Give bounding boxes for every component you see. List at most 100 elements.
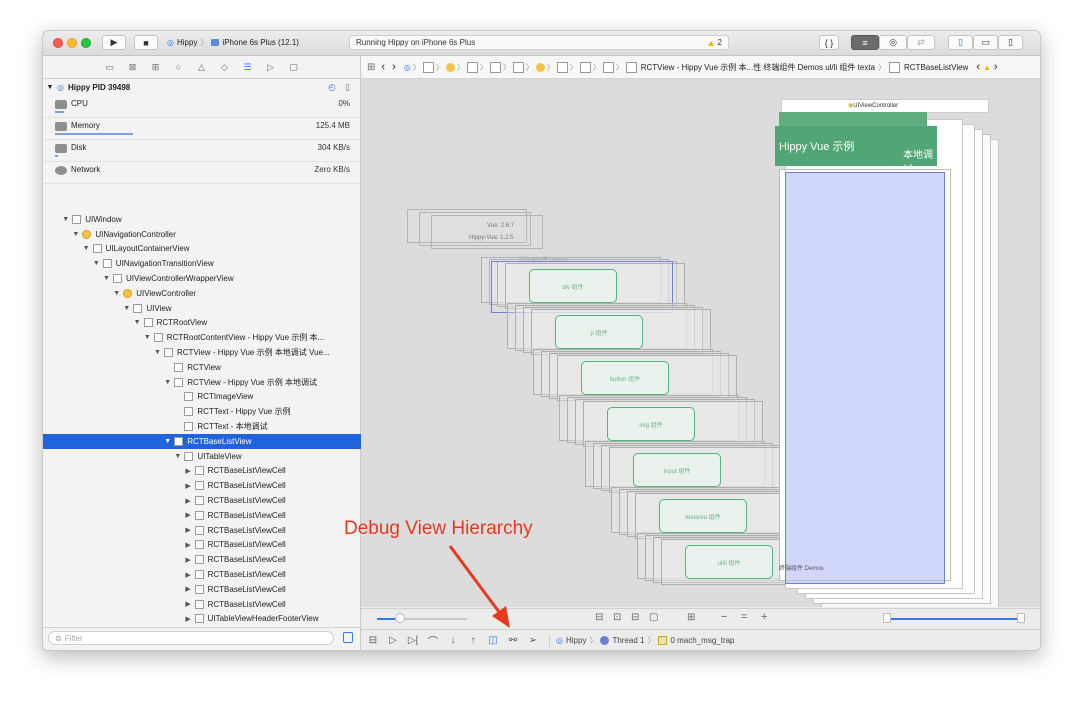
- breadcrumb-view-icon[interactable]: [556, 61, 568, 73]
- disclosure-open-icon[interactable]: ▼: [163, 379, 172, 386]
- demo-button-pill[interactable]: input 组件: [633, 453, 721, 487]
- breadcrumb-view-icon[interactable]: [512, 61, 524, 73]
- hierarchy-icon[interactable]: ⊞: [149, 61, 162, 73]
- demo-button-pill[interactable]: img 组件: [607, 407, 695, 441]
- source-control-icon[interactable]: ⊠: [126, 61, 139, 73]
- disclosure-open-icon[interactable]: ▼: [163, 438, 172, 445]
- folder-icon[interactable]: ▭: [103, 61, 116, 73]
- debug-view-hierarchy-icon[interactable]: ◫: [483, 635, 503, 646]
- debug-frame-label[interactable]: 0 mach_msg_trap: [670, 636, 734, 645]
- disclosure-open-icon[interactable]: ▼: [61, 216, 70, 223]
- header-layer[interactable]: Hippy Vue 示例 本地调试: [775, 126, 937, 176]
- network-gauge[interactable]: Network Zero KB/s: [43, 162, 360, 184]
- minimize-window-button[interactable]: [67, 38, 77, 48]
- view-options-icon[interactable]: ▯: [345, 82, 350, 93]
- demo-button-pill[interactable]: p 组件: [555, 315, 643, 349]
- layers-icon[interactable]: ▢: [649, 612, 658, 623]
- disk-gauge[interactable]: Disk 304 KB/s: [43, 140, 360, 162]
- demo-button-pill[interactable]: div 组件: [529, 269, 617, 303]
- issue-forward-icon[interactable]: ›: [994, 61, 998, 73]
- simulate-location-icon[interactable]: ➢: [523, 635, 543, 646]
- breakpoint-icon[interactable]: ▷: [264, 61, 277, 73]
- tree-row[interactable]: ▼ UIWindow: [43, 212, 378, 227]
- library-button[interactable]: { }: [819, 35, 839, 50]
- debug-app-label[interactable]: Hippy: [566, 636, 586, 645]
- disclosure-closed-icon[interactable]: ▶: [184, 585, 193, 593]
- disclosure-closed-icon[interactable]: ▶: [184, 526, 193, 534]
- zoom-out-icon[interactable]: −: [721, 611, 727, 623]
- warning-icon[interactable]: ▲: [983, 63, 991, 72]
- assistant-editor-button[interactable]: ◎: [879, 35, 907, 50]
- disclosure-open-icon[interactable]: ▼: [133, 319, 142, 326]
- breadcrumb-view-icon[interactable]: [489, 61, 501, 73]
- zoom-in-icon[interactable]: +: [761, 611, 767, 623]
- run-button[interactable]: ▶: [102, 35, 126, 50]
- disclosure-open-icon[interactable]: ▼: [71, 231, 80, 238]
- scheme-selector[interactable]: ◎ Hippy 〉 iPhone 6s Plus (12.1): [167, 35, 327, 50]
- nav-bar-layer[interactable]: [779, 112, 927, 126]
- show-primary-views-toggle-icon[interactable]: [343, 632, 353, 643]
- demo-button-pill[interactable]: ul/li 组件: [685, 545, 773, 579]
- disclosure-open-icon[interactable]: ▼: [102, 275, 111, 282]
- debug-icon[interactable]: ☰: [241, 61, 254, 73]
- breakpoints-toggle-icon[interactable]: ▷: [383, 635, 403, 646]
- forward-arrow-icon[interactable]: ›: [392, 61, 396, 73]
- breadcrumb-view-icon[interactable]: [466, 61, 478, 73]
- issue-icon[interactable]: △: [195, 61, 208, 73]
- debug-thread-label[interactable]: Thread 1: [612, 636, 644, 645]
- disclosure-open-icon[interactable]: ▼: [143, 334, 152, 341]
- disclosure-closed-icon[interactable]: ▶: [184, 497, 193, 505]
- disclosure-open-icon[interactable]: ▼: [122, 305, 131, 312]
- step-over-icon[interactable]: ⌒: [423, 633, 443, 648]
- orient-icon[interactable]: ⊞: [687, 612, 695, 623]
- disclosure-closed-icon[interactable]: ▶: [184, 600, 193, 608]
- layer-frame[interactable]: [431, 215, 543, 249]
- tree-row[interactable]: ▼ UINavigationController: [43, 227, 388, 242]
- breadcrumb-view-icon[interactable]: [889, 61, 900, 73]
- toggle-debug-area-button[interactable]: ▭: [973, 35, 998, 50]
- filter-input[interactable]: ⊜ Filter: [48, 631, 334, 645]
- memory-gauge[interactable]: Memory 125.4 MB: [43, 118, 360, 140]
- range-slider-right-knob[interactable]: [1017, 613, 1025, 623]
- grid-icon[interactable]: ⊞: [367, 62, 375, 73]
- disclosure-closed-icon[interactable]: ▶: [184, 467, 193, 475]
- disclosure-open-icon[interactable]: ▼: [82, 245, 91, 252]
- continue-icon[interactable]: ▷|: [403, 635, 423, 646]
- spacing-slider-knob[interactable]: [395, 613, 405, 623]
- close-window-button[interactable]: [53, 38, 63, 48]
- disclosure-closed-icon[interactable]: ▶: [184, 541, 193, 549]
- breadcrumb-view-icon[interactable]: [422, 61, 434, 73]
- disclosure-open-icon[interactable]: ▼: [112, 290, 121, 297]
- clip-content-icon[interactable]: ⊟: [595, 612, 603, 623]
- standard-editor-button[interactable]: ≡: [851, 35, 879, 50]
- warning-indicator[interactable]: ▲ 2: [707, 38, 722, 48]
- disclosure-closed-icon[interactable]: ▶: [184, 511, 193, 519]
- toggle-navigator-button[interactable]: ▯: [948, 35, 973, 50]
- tree-row[interactable]: ▼ UILayoutContainerView: [43, 242, 399, 257]
- process-row[interactable]: ▼ ◎ Hippy PID 39498 ◴ ▯: [43, 78, 360, 96]
- demo-button-pill[interactable]: button 组件: [581, 361, 669, 395]
- uiviewcontroller-layer[interactable]: ◉UIViewController: [781, 99, 989, 113]
- cpu-gauge[interactable]: CPU 0%: [43, 96, 360, 118]
- disclosure-open-icon[interactable]: ▼: [173, 453, 182, 460]
- disclosure-closed-icon[interactable]: ▶: [184, 556, 193, 564]
- tree-row[interactable]: ▼ UINavigationTransitionView: [43, 256, 409, 271]
- step-into-icon[interactable]: ↓: [443, 635, 463, 646]
- memory-graph-icon[interactable]: ⚯: [503, 635, 523, 646]
- find-icon[interactable]: ○: [172, 61, 185, 73]
- demo-button-pill[interactable]: textarea 组件: [659, 499, 747, 533]
- breadcrumb-hippy-icon[interactable]: ◎: [404, 63, 411, 72]
- report-icon[interactable]: ▢: [287, 61, 300, 73]
- hide-debug-area-icon[interactable]: ⊟: [363, 635, 383, 646]
- toggle-inspector-button[interactable]: ▯: [998, 35, 1023, 50]
- show-constraints-icon[interactable]: ⊡: [613, 612, 621, 623]
- disclosure-closed-icon[interactable]: ▶: [184, 571, 193, 579]
- breadcrumb-view-icon[interactable]: [625, 61, 637, 73]
- disclosure-open-icon[interactable]: ▼: [153, 349, 162, 356]
- disclosure-open-icon[interactable]: ▼: [43, 84, 57, 91]
- breadcrumb-rctbaselistview[interactable]: RCTBaseListView: [904, 63, 968, 72]
- test-icon[interactable]: ◇: [218, 61, 231, 73]
- zoom-reset-icon[interactable]: =: [741, 611, 747, 623]
- stop-button[interactable]: ■: [134, 35, 158, 50]
- range-slider-left-knob[interactable]: [883, 613, 891, 623]
